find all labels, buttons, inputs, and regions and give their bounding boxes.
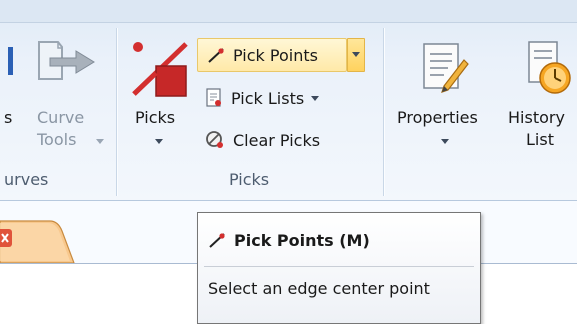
document-tab[interactable] — [0, 201, 120, 263]
pick-lists-label: Pick Lists — [231, 88, 305, 108]
group-separator — [383, 28, 384, 196]
properties-dropdown-arrow[interactable] — [441, 139, 449, 144]
curves-group-label: urves — [4, 170, 49, 189]
properties-label[interactable]: Properties — [397, 107, 478, 129]
pick-points-icon — [207, 46, 225, 64]
history-list-label-line1[interactable]: History — [508, 107, 565, 129]
group-separator — [116, 28, 117, 196]
curve-tools-dropdown-arrow[interactable] — [96, 139, 104, 144]
clear-picks-label: Clear Picks — [233, 130, 321, 150]
tooltip-divider — [204, 266, 474, 267]
tooltip-pick-points-icon — [208, 231, 226, 253]
pick-points-dropdown[interactable] — [347, 38, 365, 72]
history-list-icon[interactable] — [525, 40, 575, 100]
picks-group-label: Picks — [229, 170, 270, 189]
partial-tool-label[interactable]: s — [4, 107, 12, 129]
tab-close-icon[interactable] — [0, 229, 12, 247]
ribbon: s Curve Tools urves Picks Pick Points Pi… — [0, 0, 577, 201]
clear-picks-icon — [205, 130, 225, 150]
clear-picks-button[interactable]: Clear Picks — [205, 125, 320, 155]
pick-lists-dropdown-arrow[interactable] — [311, 95, 320, 101]
partial-blue-icon — [8, 47, 13, 75]
curve-tools-icon[interactable] — [36, 38, 98, 92]
tooltip-description: Select an edge center point — [208, 279, 430, 298]
picks-icon[interactable] — [130, 38, 192, 106]
curve-tools-label-line1[interactable]: Curve — [37, 107, 84, 129]
pick-lists-button[interactable]: Pick Lists — [205, 83, 320, 113]
pick-points-button[interactable]: Pick Points — [197, 38, 347, 72]
pick-points-label: Pick Points — [233, 45, 318, 65]
ribbon-tab-bar — [0, 0, 577, 22]
picks-button-label[interactable]: Picks — [135, 107, 175, 129]
pick-lists-icon — [205, 88, 223, 108]
picks-dropdown-arrow[interactable] — [155, 139, 163, 144]
properties-icon[interactable] — [420, 40, 470, 100]
history-list-label-line2[interactable]: List — [526, 129, 554, 151]
tooltip: Pick Points (M) Select an edge center po… — [197, 212, 481, 324]
curve-tools-label-line2[interactable]: Tools — [37, 129, 76, 151]
tooltip-title: Pick Points (M) — [234, 231, 370, 250]
